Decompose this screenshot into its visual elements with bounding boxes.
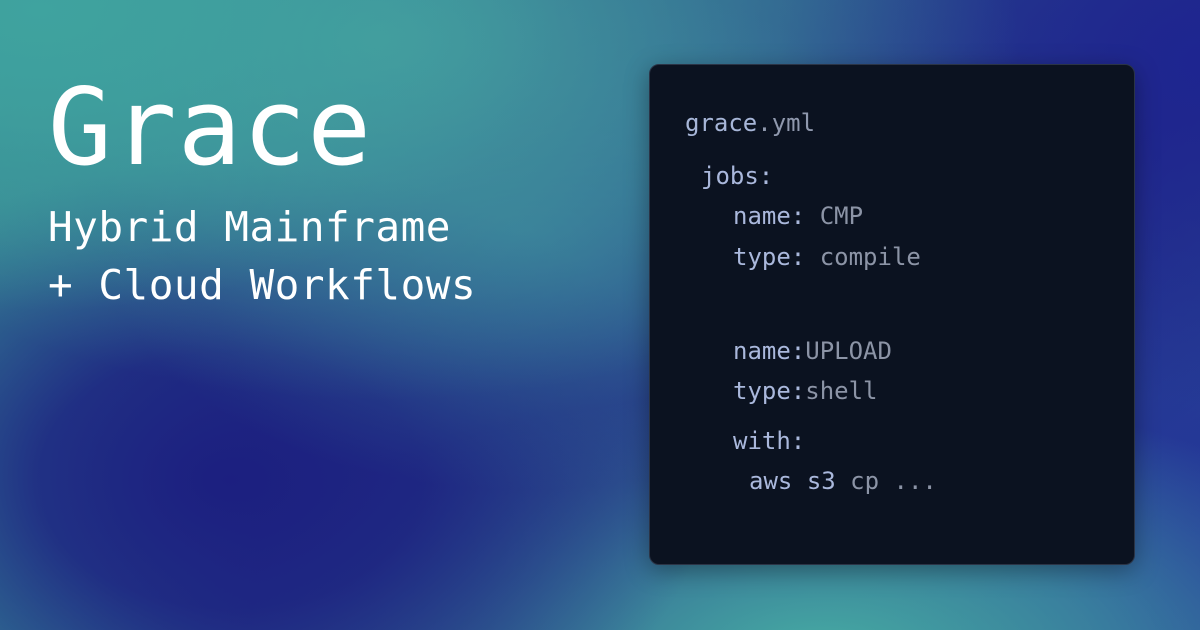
hero-subtitle-line-1: Hybrid Mainframe xyxy=(48,203,451,251)
job1-type-value: compile xyxy=(819,243,921,271)
cmd-rest: cp ... xyxy=(850,467,937,495)
hero-title: Grace xyxy=(48,66,373,189)
cmd-aws: aws xyxy=(749,467,793,495)
file-name: grace xyxy=(685,109,758,137)
code-card: grace.yml jobs: name: CMP type: compile … xyxy=(649,64,1135,565)
code-file-name: grace.yml xyxy=(685,107,815,139)
job2-name-value: UPLOAD xyxy=(805,337,892,365)
job1-type-key: type: xyxy=(733,243,806,271)
code-line-job2-type: type:shell xyxy=(733,375,878,407)
job2-type-value: shell xyxy=(805,377,878,405)
file-extension: .yml xyxy=(757,109,816,137)
code-line-job1-type: type: compile xyxy=(733,241,921,273)
code-line-job2-name: name:UPLOAD xyxy=(733,335,892,367)
job2-with-key: with: xyxy=(733,427,806,455)
job1-name-key: name: xyxy=(733,202,806,230)
code-line-job2-command: aws s3 cp ... xyxy=(749,465,937,497)
jobs-key: jobs: xyxy=(701,162,774,190)
code-line-job1-name: name: CMP xyxy=(733,200,863,232)
cmd-s3: s3 xyxy=(806,467,836,495)
job2-type-key: type: xyxy=(733,377,806,405)
hero-block: Grace Hybrid Mainframe + Cloud Workflows xyxy=(48,58,476,314)
code-line-job2-with: with: xyxy=(733,425,805,457)
job1-name-value: CMP xyxy=(819,202,864,230)
job2-name-key: name: xyxy=(733,337,806,365)
hero-subtitle-line-2: + Cloud Workflows xyxy=(48,261,477,309)
code-line-jobs: jobs: xyxy=(701,160,773,192)
